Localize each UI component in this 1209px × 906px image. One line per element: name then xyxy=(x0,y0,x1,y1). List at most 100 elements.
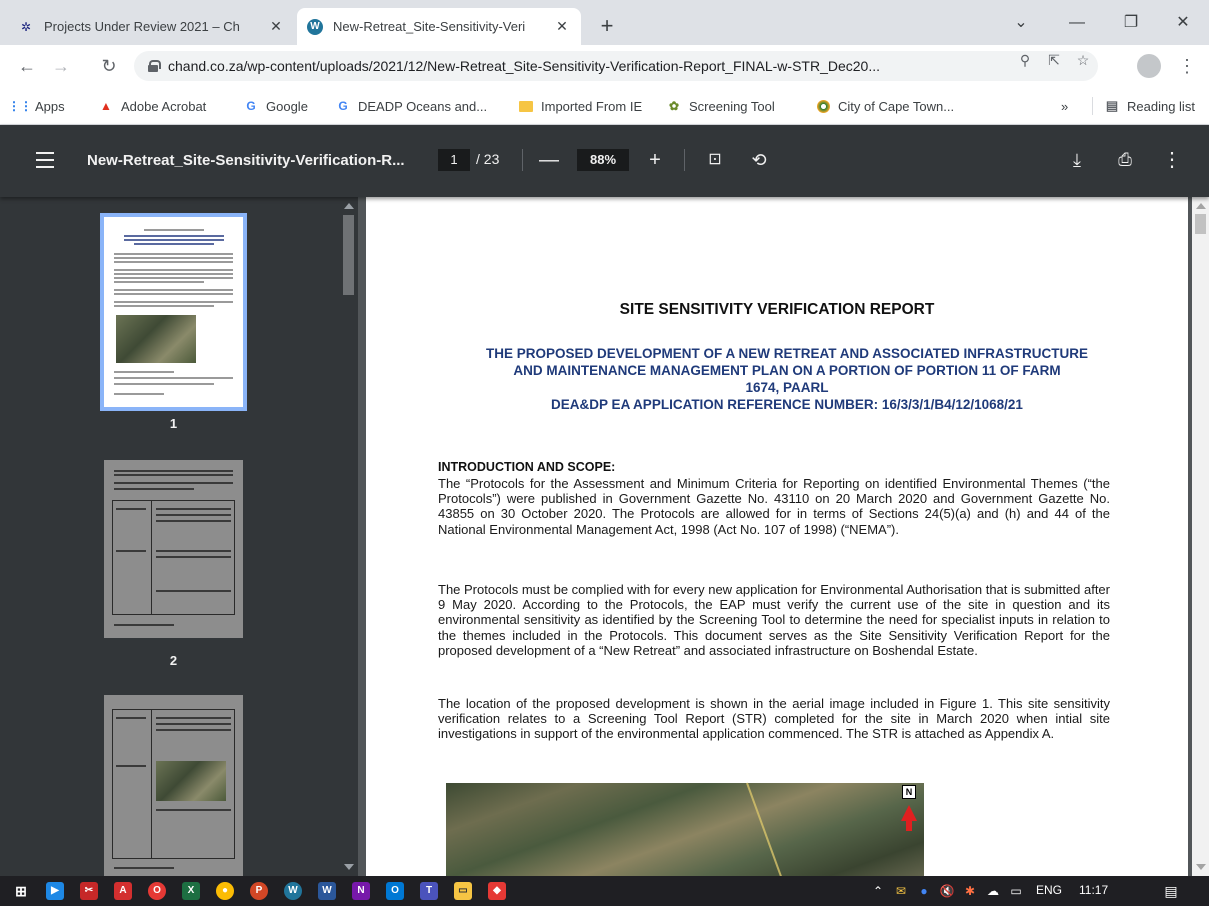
subtitle-line: THE PROPOSED DEVELOPMENT OF A NEW RETREA… xyxy=(485,346,1088,361)
page-total: / 23 xyxy=(476,151,500,167)
fit-to-page-icon[interactable]: ⊡ xyxy=(703,147,727,173)
bookmark-apps[interactable]: ⋮⋮ Apps xyxy=(8,96,65,116)
google-icon: G xyxy=(246,99,256,113)
thumbnail-page-number: 2 xyxy=(169,653,178,668)
bookmark-label: Google xyxy=(266,98,308,114)
page-number-input[interactable]: 1 xyxy=(438,149,470,171)
bookmark-imported-from-ie[interactable]: Imported From IE xyxy=(518,96,642,116)
mail-icon[interactable]: ✉ xyxy=(893,883,909,899)
tab-title: New-Retreat_Site-Sensitivity-Veri xyxy=(333,19,526,34)
lock-icon xyxy=(148,60,161,72)
windows-taskbar: ⊞ ▶ ✂ A O X ● P W W N O T ▭ ◆ ⌃ ✉ ● 🔇 ✱ … xyxy=(0,876,1209,906)
reading-list-label: Reading list xyxy=(1127,98,1195,114)
google-icon: G xyxy=(338,99,348,113)
tab-title: Projects Under Review 2021 – Ch xyxy=(44,19,240,34)
document-title: SITE SENSITIVITY VERIFICATION REPORT xyxy=(619,301,935,318)
new-tab-button[interactable]: + xyxy=(594,14,620,40)
close-tab-icon[interactable]: ✕ xyxy=(267,18,285,35)
onenote-icon[interactable]: N xyxy=(352,882,370,900)
scroll-down-arrow-icon[interactable] xyxy=(344,864,354,870)
app-tray-icon[interactable]: ✱ xyxy=(962,883,978,899)
address-bar[interactable]: chand.co.za/wp-content/uploads/2021/12/N… xyxy=(134,51,1098,81)
subtitle-line: AND MAINTENANCE MANAGEMENT PLAN ON A POR… xyxy=(513,363,1061,378)
url-text[interactable]: chand.co.za/wp-content/uploads/2021/12/N… xyxy=(168,58,988,74)
pdf-page: SITE SENSITIVITY VERIFICATION REPORT THE… xyxy=(366,197,1188,876)
apps-grid-icon: ⋮⋮ xyxy=(8,99,32,113)
scrollbar-thumb[interactable] xyxy=(1195,214,1206,234)
bookmark-adobe-acrobat[interactable]: ▲ Adobe Acrobat xyxy=(98,96,206,116)
browser-menu-icon[interactable]: ⋮ xyxy=(1178,54,1196,78)
page-scrollbar[interactable] xyxy=(1192,197,1209,876)
onedrive-icon[interactable]: ☁ xyxy=(985,883,1001,899)
tab-search-button[interactable]: ⌄ xyxy=(998,8,1044,38)
share-icon[interactable]: ⇱ xyxy=(1046,52,1062,68)
cog-favicon-icon: ✲ xyxy=(20,19,32,34)
bookmark-label: Imported From IE xyxy=(541,98,643,114)
scroll-up-arrow-icon[interactable] xyxy=(1196,203,1206,209)
scroll-up-arrow-icon[interactable] xyxy=(344,203,354,209)
windows-start-icon[interactable]: ⊞ xyxy=(12,882,30,900)
snip-app-icon[interactable]: ✂ xyxy=(80,882,98,900)
pdf-more-icon[interactable]: ⋮ xyxy=(1160,147,1184,173)
outlook-icon[interactable]: O xyxy=(386,882,404,900)
chrome-icon[interactable]: ● xyxy=(216,882,234,900)
reload-icon[interactable]: ↻ xyxy=(96,53,122,79)
thumbnail-page-number: 1 xyxy=(169,416,178,431)
subtitle-line: 1674, PAARL xyxy=(745,380,829,395)
scrollbar-thumb[interactable] xyxy=(343,215,354,295)
anydesk-icon[interactable]: ◆ xyxy=(488,882,506,900)
close-window-button[interactable]: ✕ xyxy=(1160,8,1206,38)
excel-icon[interactable]: X xyxy=(182,882,200,900)
close-tab-icon[interactable]: ✕ xyxy=(553,18,571,35)
paragraph: The “Protocols for the Assessment and Mi… xyxy=(438,476,1110,537)
language-indicator[interactable]: ENG xyxy=(1036,883,1062,897)
zoom-level-input[interactable]: 88% xyxy=(577,149,629,171)
acrobat-taskbar-icon[interactable]: A xyxy=(114,882,132,900)
notifications-icon[interactable]: ▤ xyxy=(1163,883,1179,899)
hamburger-menu-icon[interactable] xyxy=(36,152,54,168)
page-thumbnail-1[interactable] xyxy=(100,213,247,411)
maximize-button[interactable]: ❐ xyxy=(1108,8,1154,38)
bookmarks-overflow-button[interactable]: » xyxy=(1061,96,1068,116)
network-icon[interactable]: ▭ xyxy=(1008,883,1024,899)
google-drive-tray-icon[interactable]: ● xyxy=(916,883,932,899)
powerpoint-icon[interactable]: P xyxy=(250,882,268,900)
page-thumbnail-3[interactable] xyxy=(104,695,243,876)
zoom-magnifier-icon[interactable]: ⚲ xyxy=(1017,52,1033,68)
paragraph: The Protocols must be complied with for … xyxy=(438,582,1110,658)
thumbnail-scrollbar[interactable] xyxy=(340,197,358,876)
bookmark-screening-tool[interactable]: ✿ Screening Tool xyxy=(666,96,775,116)
clock[interactable]: 11:17 xyxy=(1079,883,1108,897)
teams-icon[interactable]: T xyxy=(420,882,438,900)
back-arrow-icon[interactable]: ← xyxy=(14,53,40,79)
minimize-button[interactable]: — xyxy=(1054,8,1100,38)
zoom-out-icon[interactable]: — xyxy=(537,147,561,173)
reading-list-icon: ▤ xyxy=(1105,98,1119,113)
reading-list-button[interactable]: ▤ Reading list xyxy=(1104,96,1195,116)
page-thumbnail-2[interactable] xyxy=(104,460,243,638)
pdf-file-title: New-Retreat_Site-Sensitivity-Verificatio… xyxy=(87,152,405,169)
print-icon[interactable]: ⎙ xyxy=(1113,147,1137,173)
media-player-icon[interactable]: ▶ xyxy=(46,882,64,900)
bookmark-deadp-oceans[interactable]: G DEADP Oceans and... xyxy=(335,96,487,116)
volume-muted-icon[interactable]: 🔇 xyxy=(939,883,955,899)
scroll-down-arrow-icon[interactable] xyxy=(1196,864,1206,870)
word-icon[interactable]: W xyxy=(318,882,336,900)
bookmark-google[interactable]: G Google xyxy=(243,96,308,116)
zoom-in-icon[interactable]: + xyxy=(643,147,667,173)
tab-new-retreat-pdf[interactable]: W New-Retreat_Site-Sensitivity-Veri ✕ xyxy=(297,8,581,45)
bookmark-label: City of Cape Town... xyxy=(838,98,955,114)
opera-icon[interactable]: O xyxy=(148,882,166,900)
subtitle-line: DEA&DP EA APPLICATION REFERENCE NUMBER: … xyxy=(551,397,1023,412)
tray-overflow-icon[interactable]: ⌃ xyxy=(870,883,886,899)
bookmark-star-icon[interactable]: ☆ xyxy=(1075,52,1091,68)
paragraph: The location of the proposed development… xyxy=(438,696,1110,742)
wordpress-icon[interactable]: W xyxy=(284,882,302,900)
download-icon[interactable]: ⤓ xyxy=(1065,147,1089,173)
bookmark-city-of-cape-town[interactable]: City of Cape Town... xyxy=(815,96,954,116)
tab-projects-under-review[interactable]: ✲ Projects Under Review 2021 – Ch ✕ xyxy=(8,8,295,45)
rotate-icon[interactable]: ⟲ xyxy=(747,147,771,173)
file-explorer-icon[interactable]: ▭ xyxy=(454,882,472,900)
forward-arrow-icon[interactable]: → xyxy=(48,53,74,79)
profile-avatar[interactable] xyxy=(1137,54,1161,78)
